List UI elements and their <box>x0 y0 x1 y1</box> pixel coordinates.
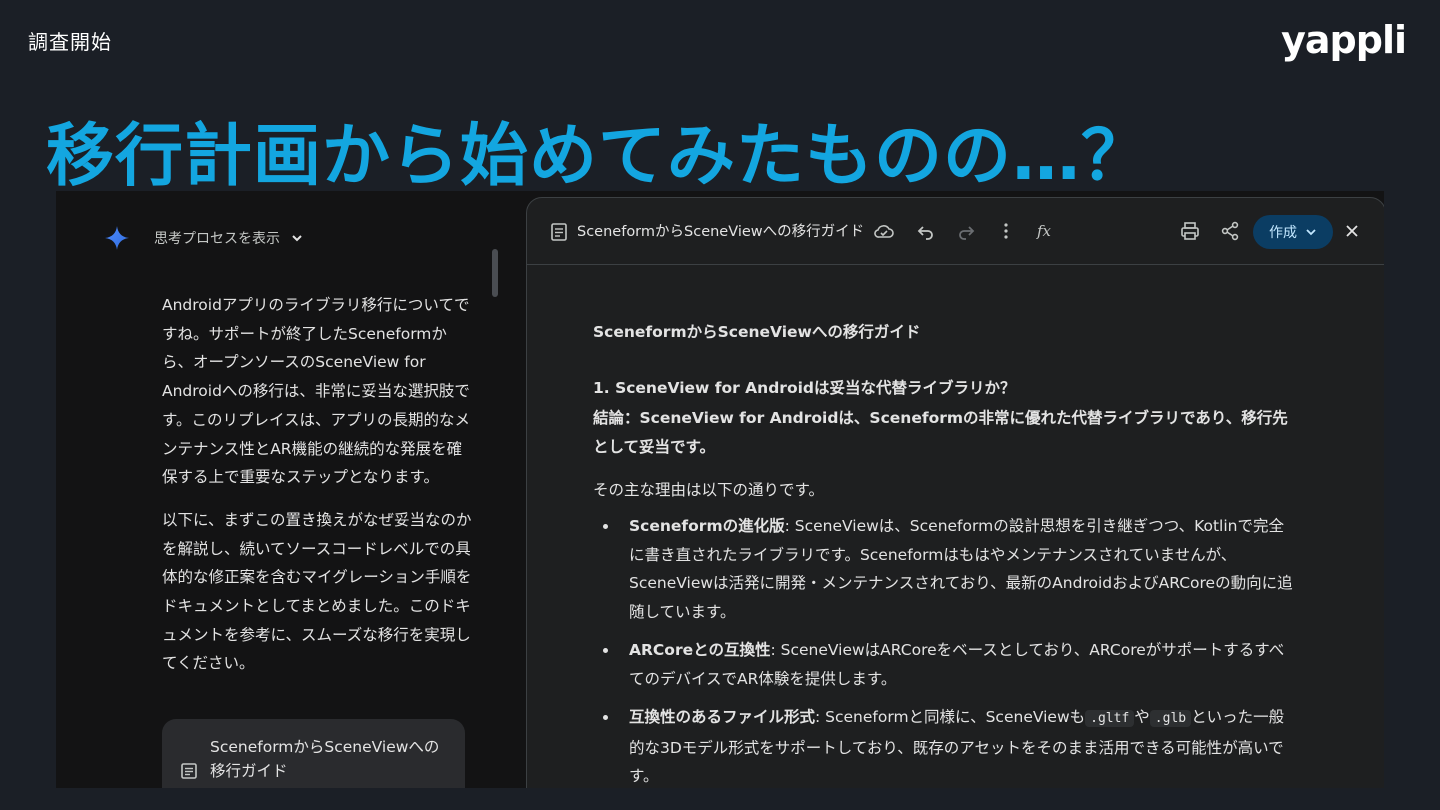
document-card[interactable]: SceneformからSceneViewへの移行ガイド <box>162 719 465 788</box>
chevron-down-icon <box>1306 229 1316 236</box>
redo-icon[interactable] <box>955 220 977 242</box>
chevron-down-icon <box>292 235 302 242</box>
document-icon <box>181 763 197 779</box>
embedded-screenshot: 思考プロセスを表示 Androidアプリのライブラリ移行についてですね。サポート… <box>56 191 1384 788</box>
inline-code: .gltf <box>1085 710 1135 727</box>
scrollbar-thumb[interactable] <box>492 249 498 297</box>
chat-response: Androidアプリのライブラリ移行についてですね。サポートが終了したScene… <box>162 291 472 692</box>
document-title: SceneformからSceneViewへの移行ガイド <box>577 224 865 240</box>
create-button[interactable]: 作成 <box>1253 215 1333 249</box>
gemini-spark-icon <box>105 226 129 250</box>
list-item: Sceneformの進化版: SceneViewは、Sceneformの設計思想… <box>603 512 1299 626</box>
document-icon <box>551 223 567 241</box>
list-item-text: : Sceneformと同様に、SceneViewも <box>815 708 1086 726</box>
show-thinking-toggle[interactable]: 思考プロセスを表示 <box>104 225 304 251</box>
list-item-text: や <box>1134 708 1150 726</box>
print-icon[interactable] <box>1179 220 1201 242</box>
document-card-title: SceneformからSceneViewへの移行ガイド <box>210 738 440 780</box>
brand-logo: yappli <box>1281 18 1407 62</box>
document-heading: SceneformからSceneViewへの移行ガイド <box>593 323 921 341</box>
chat-paragraph: Androidアプリのライブラリ移行についてですね。サポートが終了したScene… <box>162 296 470 487</box>
document-body: SceneformからSceneViewへの移行ガイド 1. SceneView… <box>593 320 1299 788</box>
section-label: 調査開始 <box>28 30 112 54</box>
share-icon[interactable] <box>1219 220 1241 242</box>
chat-paragraph: 以下に、まずこの置き換えがなぜ妥当なのかを解説し、続いてソースコードレベルでの具… <box>162 510 472 673</box>
list-item-term: ARCoreとの互換性 <box>629 641 771 659</box>
list-item: ARCoreとの互換性: SceneViewはARCoreをベースとしており、A… <box>603 636 1299 693</box>
think-label: 思考プロセスを表示 <box>154 231 280 247</box>
section-heading: 1. SceneView for Androidは妥当な代替ライブラリか？ <box>593 379 1016 397</box>
list-item-term: 互換性のあるファイル形式 <box>629 708 816 726</box>
cloud-saved-icon[interactable] <box>873 220 895 242</box>
conclusion-text: 結論：SceneView for Androidは、Sceneformの非常に優… <box>593 409 1288 456</box>
chat-pane: 思考プロセスを表示 Androidアプリのライブラリ移行についてですね。サポート… <box>56 191 526 788</box>
document-toolbar: SceneformからSceneViewへの移行ガイド fx 作成 <box>527 198 1384 265</box>
undo-icon[interactable] <box>915 220 937 242</box>
document-pane: SceneformからSceneViewへの移行ガイド fx 作成 Scenef… <box>526 197 1384 788</box>
list-item: 互換性のあるファイル形式: Sceneformと同様に、SceneViewも .g… <box>603 703 1299 788</box>
svg-text:fx: fx <box>1036 222 1052 240</box>
create-button-label: 作成 <box>1269 225 1297 241</box>
intro-text: その主な理由は以下の通りです。 <box>593 481 824 499</box>
function-icon[interactable]: fx <box>1035 220 1057 242</box>
more-vert-icon[interactable] <box>995 220 1017 242</box>
inline-code: .glb <box>1149 710 1192 727</box>
slide-title: 移行計画から始めてみたものの…？ <box>46 117 1151 196</box>
reasons-list: Sceneformの進化版: SceneViewは、Sceneformの設計思想… <box>593 512 1299 788</box>
list-item-term: Sceneformの進化版 <box>629 517 785 535</box>
close-icon[interactable] <box>1341 220 1363 242</box>
